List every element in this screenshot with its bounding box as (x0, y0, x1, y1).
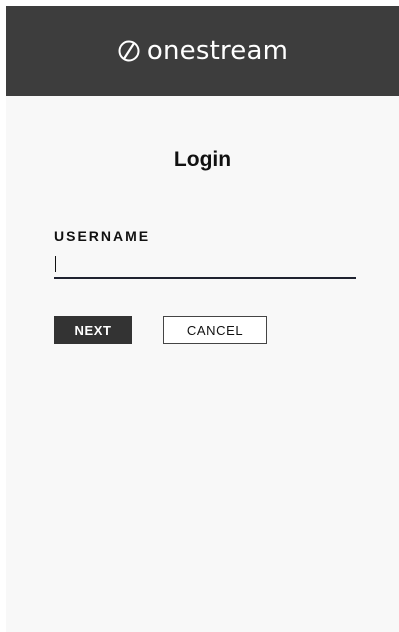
cancel-button[interactable]: CANCEL (163, 316, 267, 344)
login-window: onestream Login USERNAME NEXT CANCEL (0, 0, 399, 632)
page-title: Login (173, 148, 232, 171)
username-label: USERNAME (54, 228, 151, 244)
username-input[interactable] (54, 251, 356, 279)
next-button[interactable]: NEXT (54, 316, 132, 344)
brand-logo: onestream (117, 38, 288, 64)
login-panel: onestream Login USERNAME NEXT CANCEL (6, 6, 399, 632)
text-cursor (55, 256, 56, 272)
onestream-logo-icon (118, 40, 140, 62)
brand-name: onestream (146, 36, 289, 66)
app-header: onestream (6, 6, 399, 96)
